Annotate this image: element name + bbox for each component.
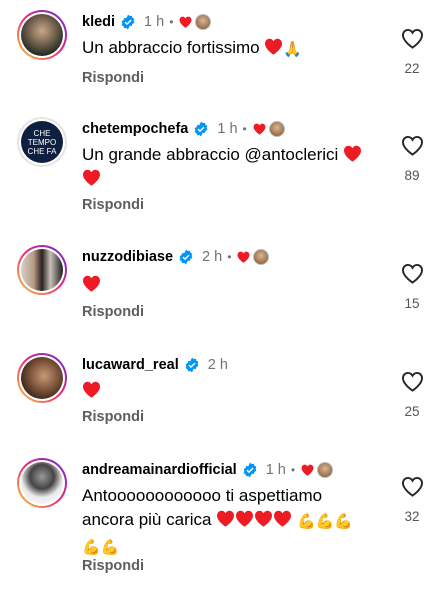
heart-icon (179, 16, 192, 28)
like-control: 25 (400, 371, 424, 419)
comment-text (82, 379, 382, 403)
separator-dot: • (242, 122, 247, 136)
heart-icon (301, 464, 314, 476)
like-control: 89 (400, 135, 424, 183)
avatar-logo-text: CHE TEMPO CHE FA (27, 128, 57, 156)
verified-badge-icon (195, 121, 208, 137)
flexed-biceps-emoji-icon: 💪💪💪 (296, 513, 353, 530)
like-count: 22 (404, 61, 420, 76)
heart-emoji-icon (217, 510, 235, 527)
liked-by-author-indicator (237, 249, 270, 265)
like-heart-icon[interactable] (401, 135, 424, 156)
username[interactable]: andreamainardiofficial (82, 462, 237, 478)
like-count: 15 (404, 296, 420, 311)
comment-text: Un abbraccio fortissimo 🙏 (82, 36, 382, 62)
comment-text (82, 273, 382, 297)
liked-by-author-indicator (253, 121, 285, 137)
avatar[interactable]: CHE TEMPO CHE FA (17, 117, 67, 167)
separator-dot: • (169, 15, 174, 29)
heart-emoji-icon (274, 510, 292, 527)
username[interactable]: nuzzodibiase (82, 249, 173, 265)
reply-button[interactable]: Rispondi (82, 558, 144, 574)
like-control: 32 (400, 476, 424, 524)
like-count: 32 (404, 509, 420, 524)
heart-emoji-icon (83, 275, 100, 292)
like-control: 15 (400, 263, 424, 311)
like-count: 25 (404, 404, 420, 419)
avatar[interactable] (17, 245, 67, 295)
separator-dot: • (290, 463, 296, 477)
reply-button[interactable]: Rispondi (82, 70, 144, 86)
flexed-biceps-emoji-icon: 💪💪 (82, 539, 120, 556)
heart-emoji-icon (83, 169, 100, 186)
liked-by-author-indicator (179, 14, 212, 30)
author-avatar (268, 121, 285, 137)
comment-time: 1 h (144, 14, 165, 30)
comment-body: Un grande abbraccio @antoclerici (82, 145, 339, 164)
avatar[interactable] (17, 10, 67, 60)
verified-badge-icon (243, 462, 257, 478)
like-control: 22 (400, 28, 424, 76)
comment-body: Antoooooooooooo ti aspettiamo (82, 486, 323, 505)
heart-icon (253, 123, 266, 135)
heart-emoji-icon (236, 510, 254, 527)
avatar[interactable] (17, 353, 67, 403)
author-avatar (253, 249, 270, 265)
separator-dot: • (227, 250, 232, 264)
comment-body-line2: ancora più carica (82, 510, 212, 529)
heart-icon (237, 251, 250, 263)
comment-time: 2 h (207, 357, 228, 373)
heart-emoji-icon (83, 381, 100, 398)
heart-emoji-icon (344, 145, 362, 162)
comment-text: Antoooooooooooo ti aspettiamo ancora più… (82, 484, 382, 560)
username[interactable]: lucaward_real (82, 357, 179, 373)
comment-body: Un abbraccio fortissimo (82, 38, 260, 57)
verified-badge-icon (185, 357, 199, 373)
reply-button[interactable]: Rispondi (82, 409, 144, 425)
like-heart-icon[interactable] (401, 263, 424, 284)
username[interactable]: chetempochefa (82, 121, 188, 137)
like-heart-icon[interactable] (401, 28, 424, 49)
comment-time: 1 h (265, 462, 286, 478)
like-heart-icon[interactable] (401, 371, 424, 392)
author-avatar (195, 14, 212, 30)
verified-badge-icon (121, 14, 135, 30)
heart-emoji-icon (265, 38, 283, 55)
avatar[interactable] (17, 458, 67, 508)
liked-by-author-indicator (301, 462, 334, 478)
comment-kledi: kledi 1 h • Un abbraccio fortissimo 🙏 Ri… (0, 10, 448, 90)
author-avatar (317, 462, 334, 478)
like-count: 89 (404, 168, 420, 183)
comment-time: 1 h (217, 121, 238, 137)
username[interactable]: kledi (82, 14, 115, 30)
like-heart-icon[interactable] (401, 476, 424, 497)
comment-text: Un grande abbraccio @antoclerici (82, 143, 392, 191)
reply-button[interactable]: Rispondi (82, 304, 144, 320)
comment-chetempochefa: CHE TEMPO CHE FA chetempochefa 1 h • Un … (0, 117, 448, 222)
heart-emoji-icon (255, 510, 273, 527)
comment-andreamainardiofficial: andreamainardiofficial 1 h • Antoooooooo… (0, 458, 448, 588)
reply-button[interactable]: Rispondi (82, 197, 144, 213)
verified-badge-icon (179, 249, 193, 265)
pray-emoji-icon: 🙏 (283, 41, 303, 58)
comment-nuzzodibiase: nuzzodibiase 2 h • Rispondi 15 (0, 245, 448, 325)
comment-lucaward-real: lucaward_real 2 h Rispondi 25 (0, 353, 448, 433)
comment-time: 2 h (202, 249, 223, 265)
